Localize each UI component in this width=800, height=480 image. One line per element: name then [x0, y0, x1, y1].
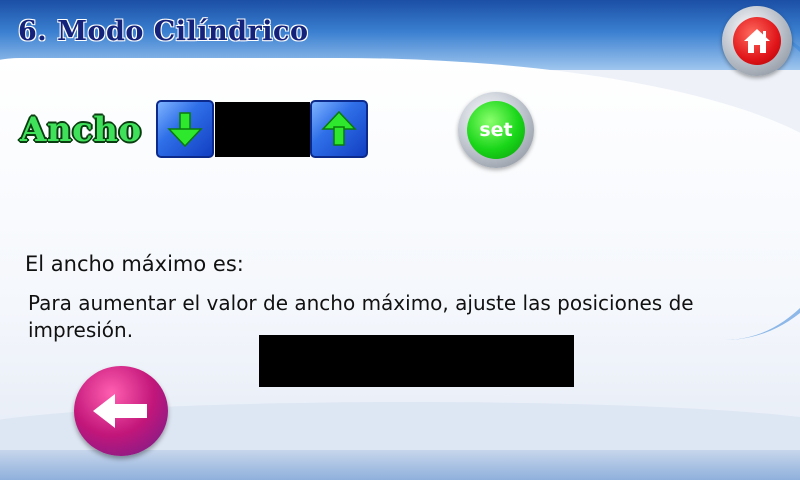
arrow-up-icon [321, 110, 357, 146]
home-button[interactable] [722, 6, 792, 76]
width-label: Ancho [20, 110, 142, 150]
back-button[interactable] [74, 366, 168, 456]
width-value-display [215, 102, 310, 157]
max-width-value-display [259, 335, 574, 387]
max-width-label: El ancho máximo es: [25, 252, 244, 276]
increase-width-button[interactable] [310, 100, 368, 158]
decrease-width-button[interactable] [156, 100, 214, 158]
arrow-left-icon [93, 394, 147, 428]
arrow-down-icon [167, 112, 203, 148]
set-button-label: set [467, 101, 525, 159]
set-button[interactable]: set [458, 92, 534, 168]
home-icon [733, 17, 781, 65]
page-title: 6. Modo Cilíndrico [18, 16, 309, 47]
